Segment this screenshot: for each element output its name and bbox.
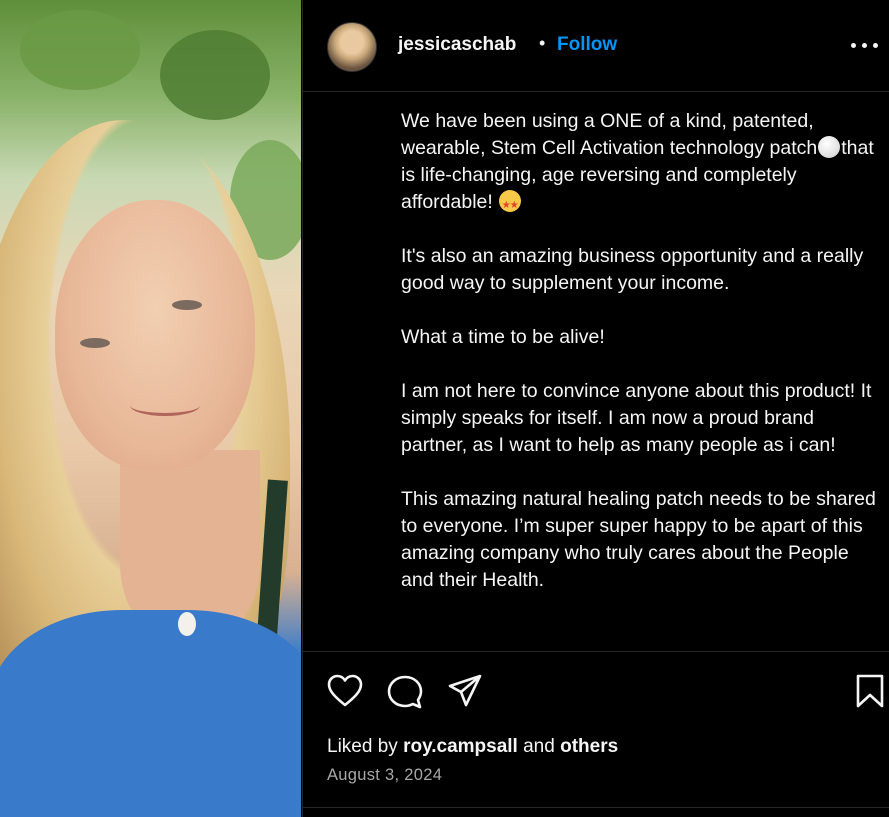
photo-eye [80,338,110,348]
post-panel: jessicaschab • Follow We have been using… [302,0,889,817]
liked-by-user[interactable]: roy.campsall [403,736,518,757]
post-caption: We have been using a ONE of a kind, pate… [401,108,876,621]
caption-paragraph-1: We have been using a ONE of a kind, pate… [401,108,876,219]
share-icon[interactable] [448,674,482,708]
post-date: August 3, 2024 [327,766,443,784]
photo-leaf [160,30,270,120]
photo-face [55,200,255,470]
more-icon[interactable] [851,30,879,58]
action-bar: Liked by roy.campsall and others August … [303,651,889,808]
divider [303,807,889,808]
avatar[interactable] [327,22,377,72]
caption-text: We have been using a ONE of a kind, pate… [401,110,818,159]
caption-paragraph-5: This amazing natural healing patch needs… [401,488,876,591]
username[interactable]: jessicaschab [398,34,516,56]
follow-button[interactable]: Follow [557,34,617,56]
separator-dot: • [539,33,546,53]
post-photo[interactable] [0,0,301,817]
bookmark-icon[interactable] [856,674,884,708]
heart-icon[interactable] [327,674,363,708]
caption-paragraph-4: I am not here to convince anyone about t… [401,380,872,456]
star-struck-emoji [498,190,521,219]
caption-paragraph-3: What a time to be alive! [401,326,605,348]
photo-shirt [0,610,301,817]
likes-joiner: and [523,736,555,757]
caption-paragraph-2: It's also an amazing business opportunit… [401,245,864,294]
photo-eye [172,300,202,310]
post-header: jessicaschab • Follow [303,0,889,92]
white-circle-emoji [818,136,841,158]
likes-others[interactable]: others [560,736,618,757]
photo-mouth [130,395,200,416]
likes-prefix: Liked by [327,736,398,757]
likes-summary: Liked by roy.campsall and others [327,736,618,758]
photo-leaf [20,10,140,90]
photo-pendant [178,612,196,636]
comment-icon[interactable] [387,674,423,710]
